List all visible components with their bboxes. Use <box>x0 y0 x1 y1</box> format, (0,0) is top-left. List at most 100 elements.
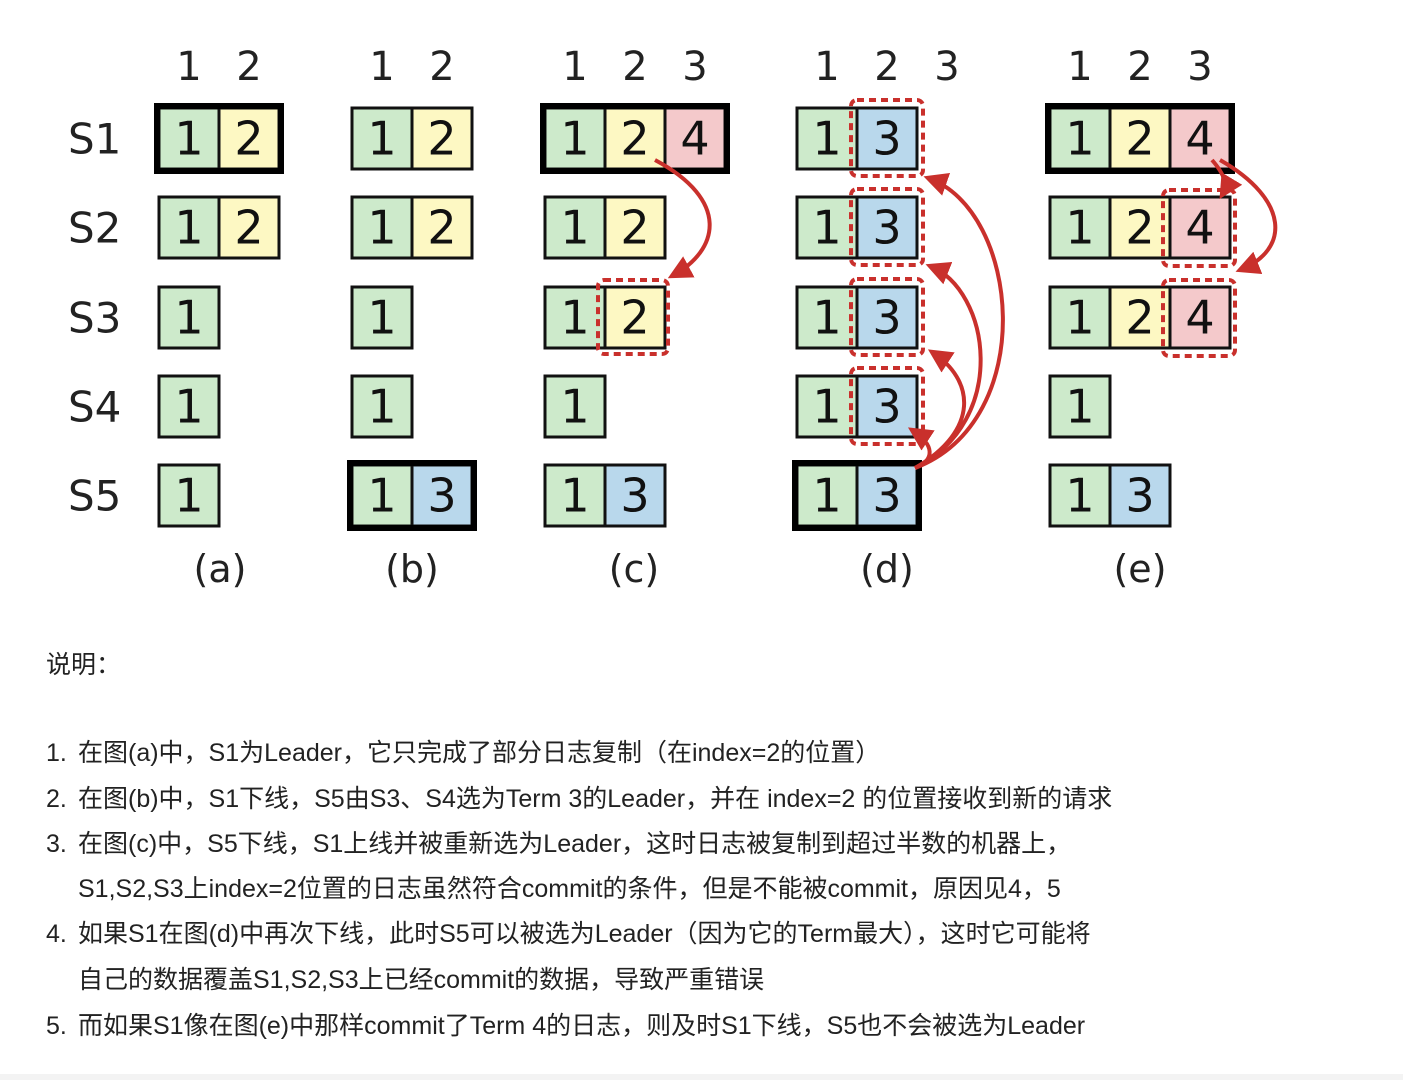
log-entry-term: 2 <box>234 112 263 166</box>
panel-c: 1 2 31 2 41 21 211 3(c) <box>540 44 730 591</box>
log-entry-term: 1 <box>1065 112 1094 166</box>
log-entry-term-1: 1 <box>157 195 221 260</box>
log-entry-term-1: 1 <box>1048 285 1112 350</box>
log-entry-term: 3 <box>872 291 901 345</box>
log-entry-term-3: 3 <box>855 106 919 171</box>
log-entry-term: 2 <box>427 112 456 166</box>
note-4-continued: 自己的数据覆盖S1,S2,S3上已经commit的数据，导致严重错误 <box>78 966 765 994</box>
log-entry-term: 2 <box>234 201 263 255</box>
log-entry-term: 2 <box>620 201 649 255</box>
note-number: 3. <box>46 830 67 858</box>
log-entry-term-2: 2 <box>1108 106 1172 171</box>
log-entry-term-1: 1 <box>1048 374 1112 439</box>
log-entry-term-3: 3 <box>855 285 919 350</box>
log-panels: 1 21 21 2111(a)1 21 21 2111 3(b)1 2 31 2 41 21 211 3(c… <box>154 44 1237 591</box>
panel-a: 1 21 21 2111(a) <box>154 44 284 591</box>
log-entry-term-1: 1 <box>543 195 607 260</box>
bottom-divider <box>0 1074 1403 1080</box>
index-header: 1 <box>562 44 587 90</box>
note-number: 2. <box>46 785 67 813</box>
log-entry-term: 2 <box>1125 112 1154 166</box>
log-entry-term-4: 4 <box>663 106 727 171</box>
log-entry-term: 3 <box>427 469 456 523</box>
log-entry-term: 2 <box>1125 291 1154 345</box>
log-entry-term-4: 4 <box>1168 285 1232 350</box>
log-entry-term-4: 4 <box>1168 195 1232 260</box>
panel-caption: (c) <box>609 547 660 591</box>
log-entry-term: 1 <box>367 201 396 255</box>
log-entry-term-1: 1 <box>1048 106 1112 171</box>
index-header: 2 <box>1127 44 1152 90</box>
panel-e: 1 2 31 2 41 2 41 2 411 3(e) <box>1045 44 1235 591</box>
index-header: 1 <box>176 44 201 90</box>
log-entry-term-1: 1 <box>1048 463 1112 528</box>
log-entry-term-1: 1 <box>795 463 859 528</box>
log-entry-term-1: 1 <box>543 374 607 439</box>
log-entry-term: 1 <box>174 291 203 345</box>
log-entry-term: 1 <box>560 291 589 345</box>
log-entry-term-2: 2 <box>410 195 474 260</box>
log-entry-term: 3 <box>872 112 901 166</box>
log-entry-term: 2 <box>427 201 456 255</box>
panel-caption: (b) <box>385 547 439 591</box>
log-entry-term-1: 1 <box>795 195 859 260</box>
log-entry-term-2: 2 <box>603 285 667 350</box>
index-header: 1 <box>1067 44 1092 90</box>
log-entry-term: 3 <box>872 380 901 434</box>
note-1: 1. 在图(a)中，S1为Leader，它只完成了部分日志复制（在index=2的… <box>46 733 880 769</box>
note-text: 如果S1在图(d)中再次下线，此时S5可以被选为Leader（因为它的Term最… <box>78 920 1091 948</box>
raft-log-diagram: S1S2S3S4S5 1 21 21 2111(a)1 21 21 2111 3(b)1 2 31… <box>68 44 1278 591</box>
log-entry-term-2: 2 <box>603 195 667 260</box>
log-entry-term-1: 1 <box>543 463 607 528</box>
log-entry-term-1: 1 <box>350 106 414 171</box>
index-header: 2 <box>429 44 454 90</box>
log-entry-term: 3 <box>1125 469 1154 523</box>
log-entry-term-3: 3 <box>855 374 919 439</box>
log-entry-term: 1 <box>812 112 841 166</box>
note-text: 而如果S1像在图(e)中那样commit了Term 4的日志，则及时S1下线，S… <box>78 1012 1086 1040</box>
row-label-s1: S1 <box>68 115 121 164</box>
log-entry-term: 3 <box>872 469 901 523</box>
row-label-s3: S3 <box>68 294 121 343</box>
log-entry-term: 4 <box>1185 112 1214 166</box>
log-entry-term-1: 1 <box>543 106 607 171</box>
log-entry-term: 4 <box>1185 201 1214 255</box>
log-entry-term-2: 2 <box>410 106 474 171</box>
log-entry-term: 1 <box>174 380 203 434</box>
log-entry-term: 3 <box>872 201 901 255</box>
log-entry-term-2: 2 <box>217 106 281 171</box>
index-header: 1 <box>814 44 839 90</box>
log-entry-term: 4 <box>680 112 709 166</box>
log-entry-term: 1 <box>812 469 841 523</box>
log-entry-term-1: 1 <box>157 285 221 350</box>
index-header: 1 <box>369 44 394 90</box>
log-entry-term-3: 3 <box>410 463 474 528</box>
log-entry-term: 1 <box>1065 469 1094 523</box>
note-text: 在图(b)中，S1下线，S5由S3、S4选为Term 3的Leader，并在 i… <box>78 785 1113 813</box>
log-entry-term-1: 1 <box>157 463 221 528</box>
log-entry-term: 1 <box>174 112 203 166</box>
log-entry-term: 1 <box>560 380 589 434</box>
server-row-labels: S1 S2 S3 S4 S5 <box>68 115 121 521</box>
log-entry-term-1: 1 <box>350 195 414 260</box>
log-entry-term: 4 <box>1185 291 1214 345</box>
log-entry-term-1: 1 <box>1048 195 1112 260</box>
log-entry-term-1: 1 <box>157 374 221 439</box>
row-label-s4: S4 <box>68 383 121 432</box>
log-entry-term-3: 3 <box>603 463 667 528</box>
log-entry-term: 1 <box>560 469 589 523</box>
note-text: 在图(a)中，S1为Leader，它只完成了部分日志复制（在index=2的位置… <box>78 739 881 767</box>
panel-d: 1 2 31 31 31 31 31 3(d) <box>792 44 960 591</box>
log-entry-term: 1 <box>1065 201 1094 255</box>
log-entry-term: 1 <box>367 469 396 523</box>
panel-caption: (a) <box>194 547 247 591</box>
log-entry-term: 1 <box>812 201 841 255</box>
log-entry-term: 1 <box>812 380 841 434</box>
log-entry-term-1: 1 <box>350 463 414 528</box>
log-entry-term-3: 3 <box>855 195 919 260</box>
note-5: 5. 而如果S1像在图(e)中那样commit了Term 4的日志，则及时S1下线… <box>46 1006 1085 1042</box>
index-header: 3 <box>934 44 959 90</box>
note-text: 在图(c)中，S5下线，S1上线并被重新选为Leader，这时日志被复制到超过半… <box>78 830 1072 858</box>
note-number: 5. <box>46 1012 67 1040</box>
log-entry-term: 1 <box>174 201 203 255</box>
